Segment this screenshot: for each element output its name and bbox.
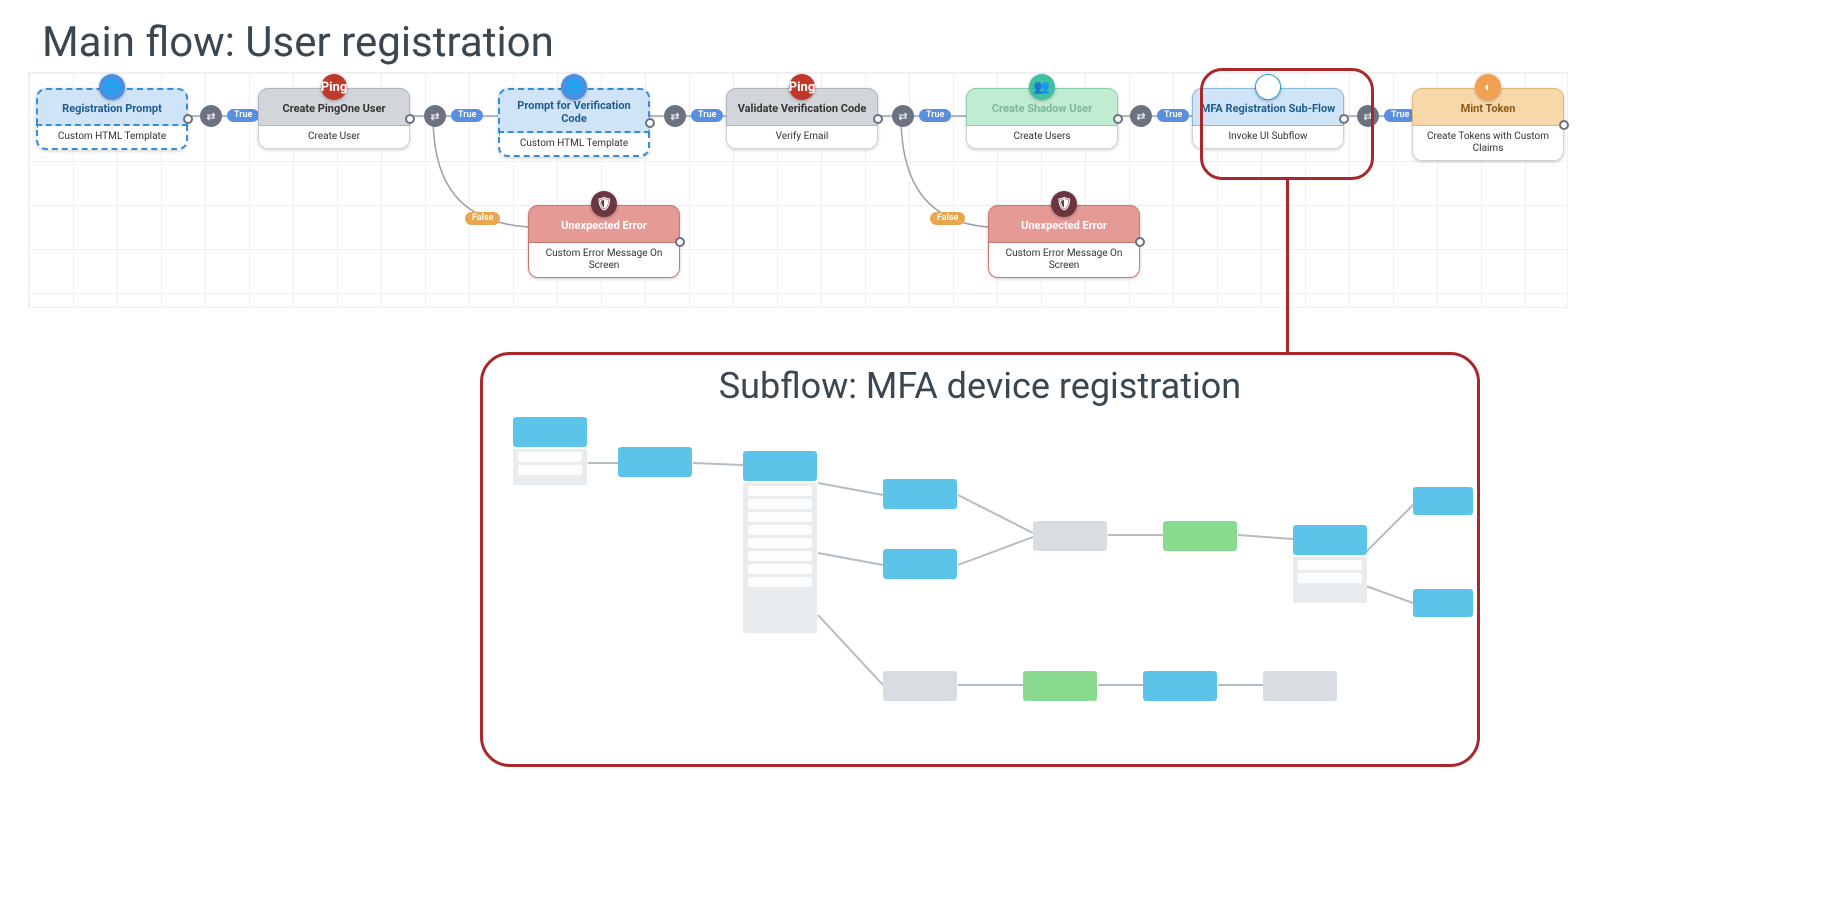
node-registration-prompt[interactable]: 🌐 Registration Prompt Custom HTML Templa… (36, 88, 188, 150)
node-prompt-verification-code[interactable]: 🌐 Prompt for Verification Code Custom HT… (498, 88, 650, 157)
node-validate-verification-code[interactable]: Ping Validate Verification Code Verify E… (726, 88, 878, 149)
subflow-icon: ⇆ (1255, 74, 1281, 100)
node-unexpected-error-1[interactable]: 🛡 Unexpected Error Custom Error Message … (528, 205, 680, 278)
port-out-icon (405, 114, 415, 124)
ping-icon: Ping (321, 74, 347, 100)
node-subtitle: Create Tokens with Custom Claims (1412, 126, 1564, 161)
shield-icon: 🛡 (591, 191, 617, 217)
node-subtitle: Create User (258, 126, 410, 149)
subflow-node (1163, 521, 1237, 551)
subflow-node (883, 549, 957, 579)
port-out-icon (1339, 114, 1349, 124)
subflow-node (1033, 521, 1107, 551)
callout-line (1286, 180, 1289, 352)
subflow-panel: Subflow: MFA device registration (480, 352, 1480, 767)
true-pill: True (451, 109, 483, 122)
node-subtitle: Create Users (966, 126, 1118, 149)
subflow-node (883, 479, 957, 509)
globe-icon: 🌐 (561, 74, 587, 100)
true-pill: True (1157, 109, 1189, 122)
subflow-node (1413, 487, 1473, 515)
node-subtitle: Invoke UI Subflow (1192, 126, 1344, 149)
subflow-node-body (1293, 557, 1367, 603)
node-subtitle: Verify Email (726, 126, 878, 149)
port-out-icon (645, 118, 655, 128)
port-out-icon (1113, 114, 1123, 124)
connector-dot (664, 105, 686, 127)
connector-dot (1357, 105, 1379, 127)
connector-dot (424, 105, 446, 127)
subflow-node-body (513, 449, 587, 485)
port-out-icon (873, 114, 883, 124)
subflow-node (1263, 671, 1337, 701)
connector-dot (892, 105, 914, 127)
true-pill: True (227, 109, 259, 122)
node-subtitle: Custom Error Message On Screen (528, 243, 680, 278)
node-subtitle: Custom HTML Template (36, 126, 188, 150)
token-icon: ◐ (1475, 74, 1501, 100)
main-flow-title: Main flow: User registration (42, 18, 554, 67)
port-out-icon (1135, 237, 1145, 247)
node-mfa-registration-subflow[interactable]: ⇆ MFA Registration Sub-Flow Invoke UI Su… (1192, 88, 1344, 149)
subflow-node (1023, 671, 1097, 701)
subflow-node (1413, 589, 1473, 617)
port-out-icon (1559, 120, 1569, 130)
subflow-node (743, 451, 817, 481)
node-mint-token[interactable]: ◐ Mint Token Create Tokens with Custom C… (1412, 88, 1564, 161)
users-icon: 👥 (1029, 74, 1055, 100)
false-pill: False (465, 212, 500, 225)
subflow-node (1143, 671, 1217, 701)
globe-icon: 🌐 (99, 74, 125, 100)
true-pill: True (919, 109, 951, 122)
subflow-node-body (743, 483, 817, 633)
subflow-title: Subflow: MFA device registration (483, 365, 1477, 407)
node-unexpected-error-2[interactable]: 🛡 Unexpected Error Custom Error Message … (988, 205, 1140, 278)
port-out-icon (183, 114, 193, 124)
subflow-node (883, 671, 957, 701)
port-out-icon (675, 237, 685, 247)
node-create-pingone-user[interactable]: Ping Create PingOne User Create User (258, 88, 410, 149)
connector-dot (1130, 105, 1152, 127)
subflow-node (1293, 525, 1367, 555)
node-create-shadow-user[interactable]: 👥 Create Shadow User Create Users (966, 88, 1118, 149)
false-pill: False (930, 212, 965, 225)
node-subtitle: Custom Error Message On Screen (988, 243, 1140, 278)
connector-dot (200, 105, 222, 127)
true-pill: True (691, 109, 723, 122)
ping-icon: Ping (789, 74, 815, 100)
subflow-node (618, 447, 692, 477)
shield-icon: 🛡 (1051, 191, 1077, 217)
node-subtitle: Custom HTML Template (498, 133, 650, 157)
subflow-node (513, 417, 587, 447)
